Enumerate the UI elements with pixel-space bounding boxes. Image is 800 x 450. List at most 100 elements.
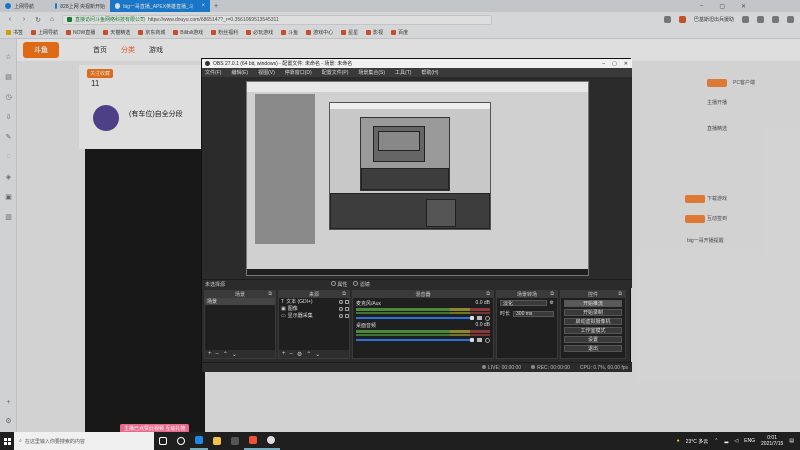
- filters-button[interactable]: 滤镜: [353, 280, 370, 288]
- arrow-up-icon[interactable]: ⌃: [223, 351, 228, 358]
- menu-tools[interactable]: 工具(T): [395, 69, 411, 76]
- remove-icon[interactable]: –: [216, 351, 219, 357]
- menu-docks[interactable]: 停靠窗口(D): [285, 69, 312, 76]
- language-indicator[interactable]: ENG: [744, 438, 755, 444]
- float-dock-icon[interactable]: ⧉: [342, 291, 346, 297]
- dock-header: 场景转场 ⧉: [497, 291, 557, 298]
- douyu-app-icon[interactable]: [244, 432, 262, 450]
- dock-header: 场景 ⧉: [205, 291, 275, 298]
- captured-nested-docks: [361, 168, 449, 190]
- exit-button[interactable]: 退出: [564, 345, 622, 352]
- studio-mode-button[interactable]: 工作室模式: [564, 327, 622, 334]
- maximize-icon[interactable]: ▢: [612, 61, 617, 67]
- gear-icon[interactable]: ⚙: [550, 300, 554, 306]
- arrow-down-icon[interactable]: ⌄: [232, 351, 237, 358]
- slider-knob[interactable]: [470, 316, 474, 320]
- source-item[interactable]: ▣ 图像: [279, 305, 349, 312]
- close-window-icon[interactable]: ✕: [624, 61, 628, 67]
- captured-nested-screen: [360, 117, 450, 191]
- obs-preview[interactable]: [202, 77, 632, 279]
- channel-level: 0.0 dB: [475, 322, 490, 328]
- speaker-icon[interactable]: [477, 316, 482, 320]
- clock-date: 2021/7/15: [761, 441, 784, 447]
- obs-status-bar: LIVE: 00:00:00 REC: 00:00:00 CPU: 0.7%, …: [202, 362, 632, 372]
- eye-icon[interactable]: [339, 306, 343, 311]
- minimize-icon[interactable]: –: [602, 61, 605, 67]
- volume-slider[interactable]: [356, 315, 490, 321]
- image-source-icon: ▣: [281, 305, 286, 312]
- eye-icon[interactable]: [339, 299, 343, 304]
- add-icon[interactable]: +: [282, 351, 286, 357]
- slider-knob[interactable]: [470, 338, 474, 342]
- live-dot-icon: [482, 364, 486, 369]
- browser-app-icon[interactable]: [190, 432, 208, 450]
- windows-logo-icon: [3, 437, 11, 445]
- speaker-icon[interactable]: [477, 338, 482, 342]
- mixer-channel: 桌面音频 0.0 dB: [356, 322, 490, 343]
- gear-icon[interactable]: ⚙: [297, 351, 302, 358]
- duration-input[interactable]: 300 ms: [513, 310, 554, 317]
- add-icon[interactable]: +: [208, 351, 212, 357]
- weather-text[interactable]: 23°C 多云: [686, 438, 709, 445]
- float-dock-icon[interactable]: ⧉: [268, 291, 272, 297]
- windows-taskbar: ⌕ 在这里输入你要搜索的内容 ● 23°C 多云 ⌃ ▂ ◁ ENG 0:01 …: [0, 432, 800, 450]
- task-view-icon[interactable]: [154, 432, 172, 450]
- settings-button[interactable]: 设置: [564, 336, 622, 343]
- start-streaming-button[interactable]: 开始推流: [564, 300, 622, 307]
- scene-item[interactable]: 场景: [205, 298, 275, 305]
- tray-expand-icon[interactable]: ⌃: [714, 438, 718, 444]
- gear-icon[interactable]: [485, 337, 490, 343]
- no-source-label: 未选择源: [205, 281, 226, 288]
- captured-chrome: [247, 82, 588, 92]
- properties-button[interactable]: 属性: [331, 280, 347, 288]
- audio-meter: [356, 334, 490, 336]
- eye-icon[interactable]: [339, 313, 343, 318]
- float-dock-icon[interactable]: ⧉: [618, 291, 622, 297]
- channel-name: 桌面音频: [356, 323, 377, 329]
- start-button[interactable]: [0, 432, 14, 450]
- lock-icon[interactable]: [345, 313, 349, 318]
- channel-level: 0.0 dB: [475, 300, 490, 306]
- float-dock-icon[interactable]: ⧉: [486, 291, 490, 297]
- cortana-icon[interactable]: [172, 432, 190, 450]
- source-toolbar: 未选择源 属性 滤镜: [202, 279, 632, 288]
- obs-app-icon[interactable]: [262, 432, 280, 450]
- lock-icon[interactable]: [345, 306, 349, 311]
- arrow-down-icon[interactable]: ⌄: [315, 351, 320, 358]
- menu-help[interactable]: 帮助(H): [421, 69, 438, 76]
- source-item[interactable]: ▭ 显示器采集: [279, 312, 349, 319]
- virtual-camera-button[interactable]: 启动虚拟摄像机: [564, 318, 622, 325]
- menu-edit[interactable]: 编辑(E): [231, 69, 248, 76]
- dock-footer: + – ⚙ ⌃ ⌄: [279, 350, 349, 358]
- start-recording-button[interactable]: 开始录制: [564, 309, 622, 316]
- volume-slider[interactable]: [356, 337, 490, 343]
- taskbar-search[interactable]: ⌕ 在这里输入你要搜索的内容: [14, 432, 154, 450]
- weather-icon: ●: [676, 438, 680, 444]
- notification-icon[interactable]: ▤: [789, 438, 794, 444]
- menu-profile[interactable]: 配置文件(P): [322, 69, 349, 76]
- clock[interactable]: 0:01 2021/7/15: [761, 435, 783, 447]
- channel-name: 麦克风/Aux: [356, 301, 382, 307]
- source-item[interactable]: T 文本 (GDI+): [279, 298, 349, 305]
- float-dock-icon[interactable]: ⧉: [550, 291, 554, 297]
- remove-icon[interactable]: –: [290, 351, 293, 357]
- transition-select[interactable]: 淡化: [500, 300, 547, 307]
- live-status: LIVE: 00:00:00: [482, 364, 521, 371]
- controls-dock: 控件 ⧉ 开始推流 开始录制 启动虚拟摄像机 工作室模式 设置 退出: [560, 290, 626, 359]
- network-icon[interactable]: ▂: [724, 438, 728, 444]
- lock-icon[interactable]: [345, 299, 349, 304]
- search-icon: ⌕: [19, 438, 22, 444]
- file-explorer-icon[interactable]: [208, 432, 226, 450]
- volume-icon[interactable]: ◁: [734, 438, 738, 444]
- obs-title: OBS 27.0.1 (64 bit, windows) - 配置文件: 未命名…: [213, 61, 353, 67]
- captured-title: [330, 103, 490, 109]
- gear-icon[interactable]: [485, 315, 490, 321]
- system-tray: ● 23°C 多云 ⌃ ▂ ◁ ENG 0:01 2021/7/15 ▤: [677, 432, 794, 450]
- arrow-up-icon[interactable]: ⌃: [306, 351, 311, 358]
- menu-file[interactable]: 文件(F): [205, 69, 221, 76]
- monitor-source-icon: ▭: [281, 312, 286, 319]
- sources-dock: 来源 ⧉ T 文本 (GDI+) ▣ 图像 ▭ 显示器采集 + – ⚙ ⌃ ⌄: [278, 290, 350, 359]
- app-icon[interactable]: [226, 432, 244, 450]
- menu-scene-collection[interactable]: 场景集合(S): [358, 69, 385, 76]
- menu-view[interactable]: 视图(V): [258, 69, 275, 76]
